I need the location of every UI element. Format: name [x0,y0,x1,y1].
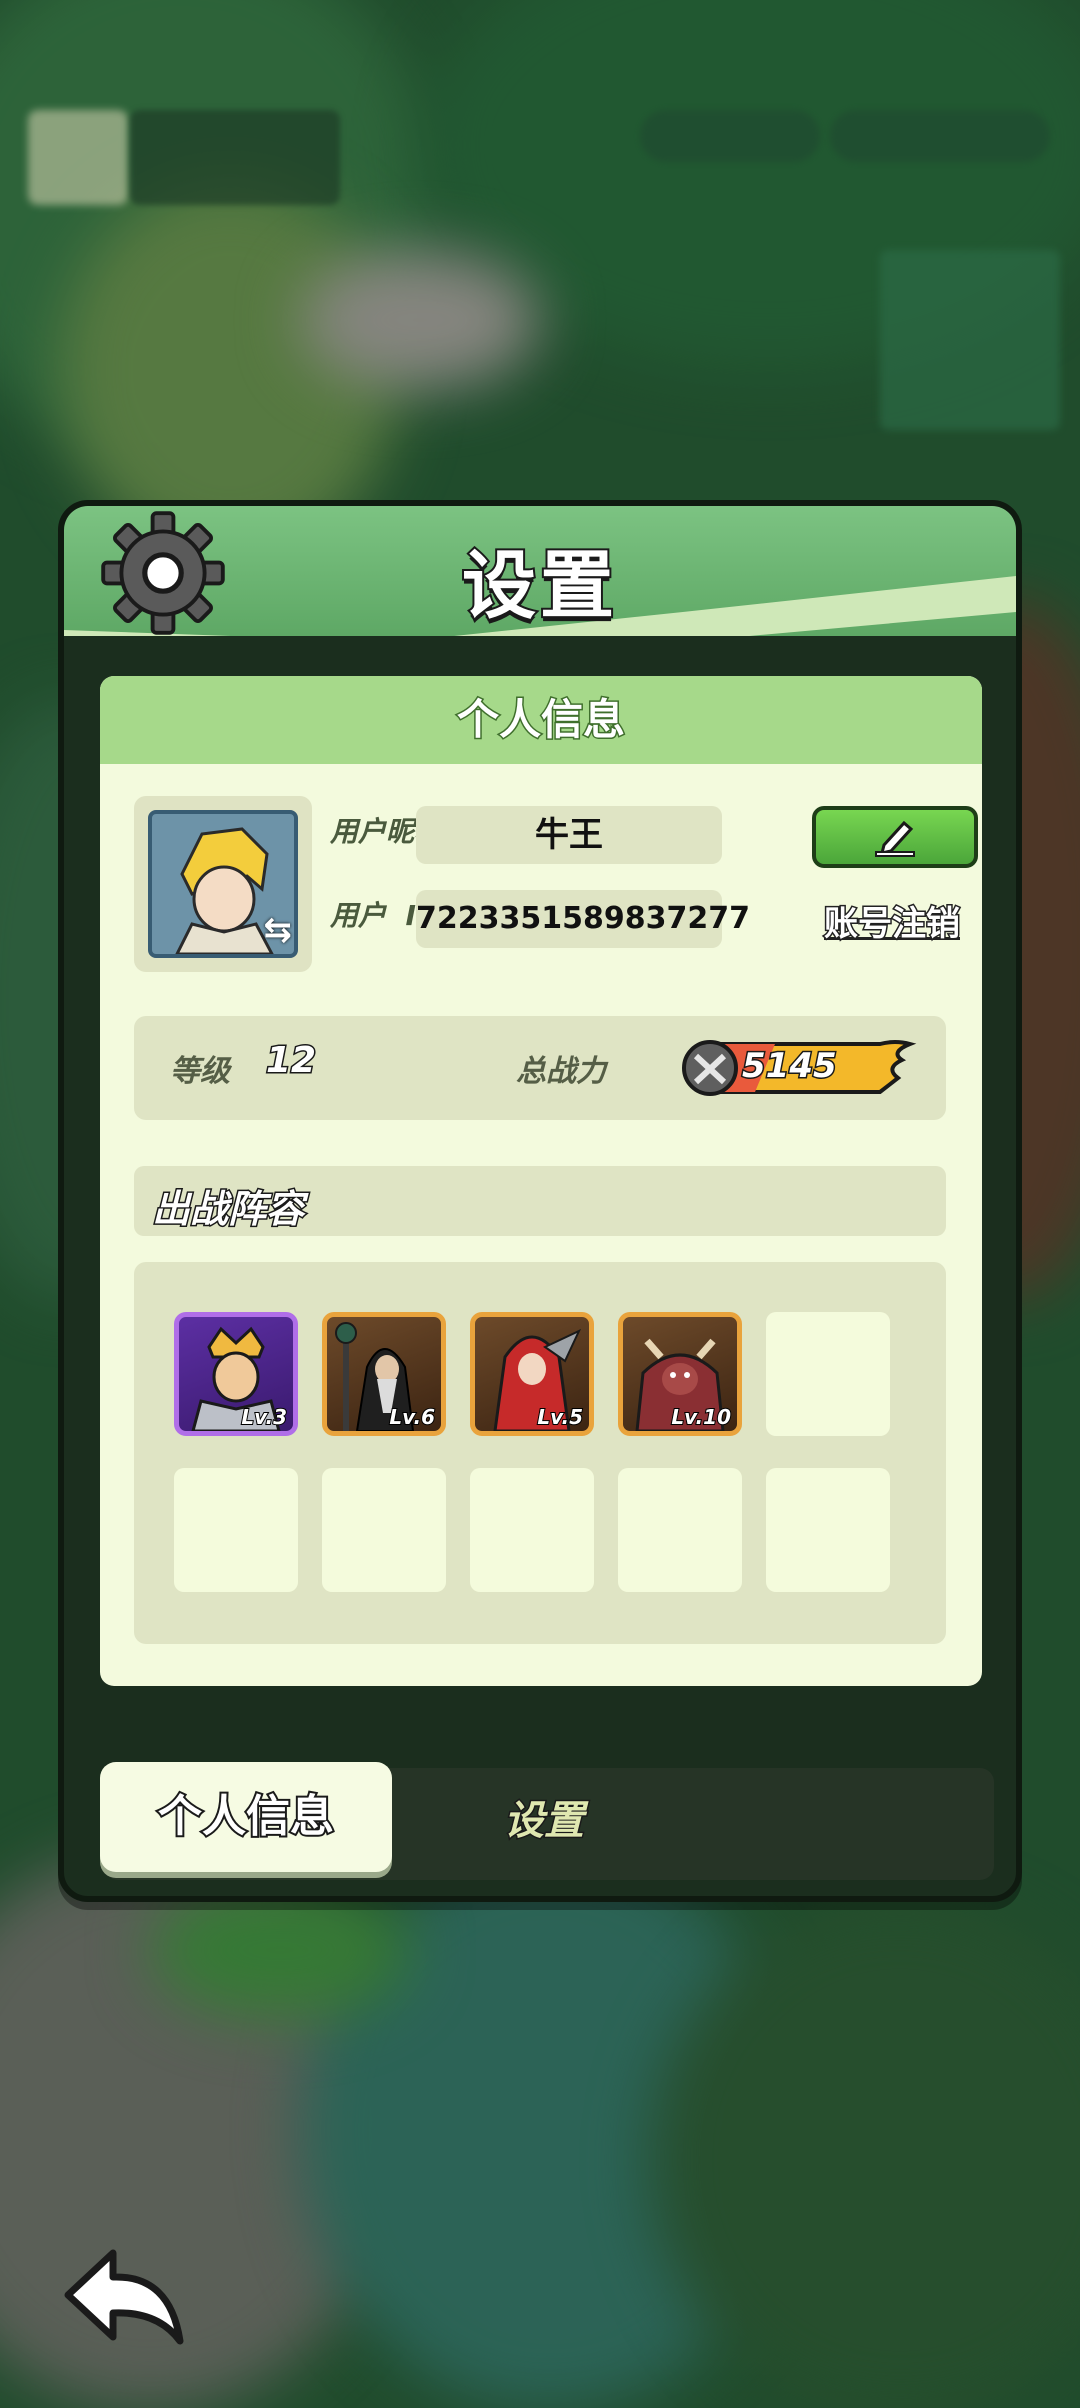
avatar-portrait: ⇆ [148,810,298,958]
gem-counter-hud [640,110,820,162]
deregister-account-link[interactable]: 账号注销 [823,896,962,946]
empty-slot[interactable] [766,1312,890,1436]
player-avatar-hud [28,110,128,205]
profile-section: ⇆ 用户昵称 牛王 用户 ID 7223351589837277 账号注销 [134,796,978,976]
hero-level: Lv.10 [670,1404,732,1430]
empty-slot[interactable] [766,1468,890,1592]
empty-slot[interactable] [322,1468,446,1592]
tab-settings[interactable]: 设置 [503,1788,586,1846]
settings-dialog: 设置 个人信息 ⇆ 用户昵称 牛王 用户 ID 7223351589837277… [58,500,1022,1902]
user-id-field: 7223351589837277 [416,890,750,948]
lineup-grid: Lv.3 Lv.6 Lv.5 Lv.10 [134,1262,946,1644]
hero-level: Lv.5 [536,1404,584,1430]
profile-panel: 个人信息 ⇆ 用户昵称 牛王 用户 ID 7223351589837277 账号… [100,676,982,1686]
power-badge: 5145 [680,1038,920,1098]
back-arrow-icon[interactable] [58,2245,193,2355]
nickname-field: 牛王 [416,806,722,864]
level-value: 12 [264,1039,317,1083]
swap-icon: ⇆ [263,910,293,950]
stats-bar: 等级 12 总战力 5145 [134,1016,946,1120]
lineup-header: 出战阵容 [134,1166,946,1236]
hero-slot-3[interactable]: Lv.5 [470,1312,594,1436]
power-value: 5145 [741,1045,839,1088]
power-label: 总战力 [516,1054,606,1089]
pencil-icon [875,820,915,857]
hero-slot-4[interactable]: Lv.10 [618,1312,742,1436]
empty-slot[interactable] [470,1468,594,1592]
hero-slot-1[interactable]: Lv.3 [174,1312,298,1436]
gold-counter-hud [830,110,1050,162]
empty-slot[interactable] [618,1468,742,1592]
level-label: 等级 [170,1054,230,1089]
hero-slot-2[interactable]: Lv.6 [322,1312,446,1436]
hero-level: Lv.3 [240,1404,288,1430]
hero-level: Lv.6 [388,1404,436,1430]
lineup-title: 出战阵容 [150,1186,305,1233]
tab-profile[interactable]: 个人信息 [100,1762,392,1872]
edit-nickname-button[interactable] [812,806,978,868]
panel-header: 个人信息 [100,676,982,764]
dialog-title: 设置 [460,541,618,631]
avatar[interactable]: ⇆ [134,796,312,972]
empty-slot[interactable] [174,1468,298,1592]
player-name-hud [130,110,340,205]
minimap [880,250,1060,430]
